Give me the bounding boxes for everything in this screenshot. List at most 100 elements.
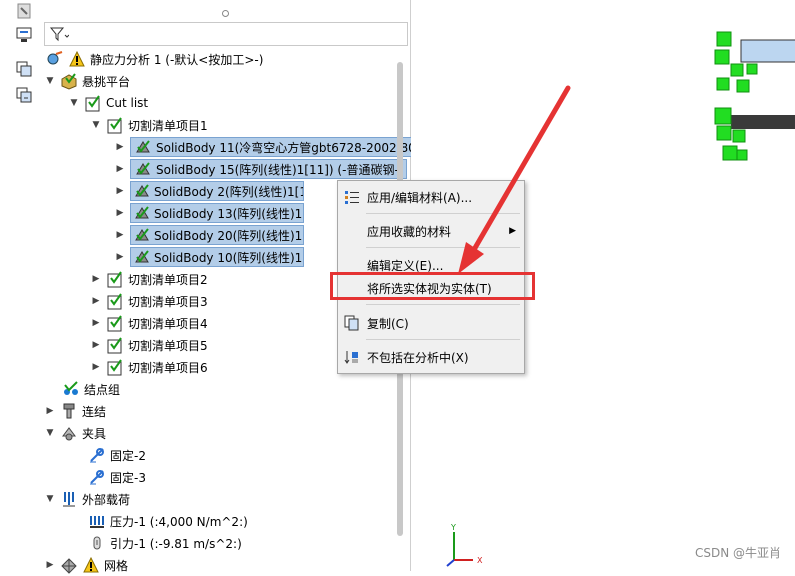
tree-item-body[interactable]: ▶ SolidBody 20(阵列(线性)1[14]) (-普	[114, 224, 304, 246]
gravity-icon	[88, 534, 106, 552]
tree-item-cut-list-item-2[interactable]: ▶ 切割清单项目2	[90, 268, 208, 290]
annotation-highlight-box	[330, 272, 535, 300]
cut-list-item-icon	[106, 358, 124, 376]
expand-arrow-icon[interactable]: ▶	[44, 405, 56, 417]
results-config-icon[interactable]	[13, 84, 35, 106]
tree-item-body[interactable]: ▶ SolidBody 15(阵列(线性)1[11]) (-普通碳钢-)	[114, 158, 408, 180]
left-toolbar	[0, 0, 41, 571]
collapse-arrow-icon[interactable]: ▼	[68, 97, 80, 109]
axis-x-label: X	[477, 556, 483, 565]
bolt-icon	[60, 402, 78, 420]
copy-config-icon[interactable]	[13, 58, 35, 80]
collapse-arrow-icon[interactable]: ▼	[44, 75, 56, 87]
tree-item-cut-list-item-5[interactable]: ▶ 切割清单项目5	[90, 334, 208, 356]
submenu-arrow-icon: ▶	[509, 226, 516, 236]
menu-item-exclude[interactable]: 不包括在分析中(X)	[338, 345, 524, 369]
expand-arrow-icon[interactable]: ▶	[114, 185, 126, 197]
tree-item-external-loads[interactable]: ▼ 外部载荷	[44, 488, 130, 510]
cut-list-item-icon	[106, 314, 124, 332]
expand-arrow-icon[interactable]: ▶	[90, 339, 102, 351]
expand-arrow-icon[interactable]: ▶	[90, 361, 102, 373]
study-icon	[46, 50, 64, 68]
expand-arrow-icon[interactable]: ▶	[114, 141, 126, 153]
part-icon	[60, 72, 78, 90]
expand-arrow-icon[interactable]: ▶	[44, 559, 56, 571]
expand-arrow-icon[interactable]: ▶	[114, 163, 126, 175]
warning-icon	[82, 556, 100, 574]
tree-item-fixed-2[interactable]: 固定-2	[88, 444, 146, 466]
fixed-geometry-icon	[88, 446, 106, 464]
solid-body-icon	[134, 248, 150, 266]
tree-item-part[interactable]: ▼ 悬挑平台	[44, 70, 130, 92]
material-list-icon	[343, 188, 361, 206]
warning-icon	[68, 50, 86, 68]
funnel-icon[interactable]	[49, 26, 70, 45]
panel-splitter[interactable]	[40, 10, 410, 17]
menu-item-copy[interactable]: 复制(C)	[338, 311, 524, 335]
expand-arrow-icon[interactable]: ▶	[114, 251, 126, 263]
tree-item-pressure[interactable]: 压力-1 (:4,000 N/m^2:)	[88, 510, 248, 532]
solid-body-icon	[134, 182, 150, 200]
menu-separator	[366, 247, 520, 248]
solid-body-icon	[134, 204, 150, 222]
selected-body[interactable]: SolidBody 15(阵列(线性)1[11]) (-普通碳钢-)	[130, 159, 408, 179]
tree-filter-bar[interactable]	[44, 22, 408, 46]
beam-top	[740, 39, 795, 63]
tree-item-connectors[interactable]: 结点组	[62, 378, 120, 400]
expand-arrow-icon[interactable]: ▶	[114, 229, 126, 241]
tree-item-body[interactable]: ▶ SolidBody 13(阵列(线性)1[13]) (-普	[114, 202, 304, 224]
collapse-arrow-icon[interactable]: ▼	[90, 119, 102, 131]
cut-list-icon	[84, 94, 102, 112]
tree-item-gravity[interactable]: 引力-1 (:-9.81 m/s^2:)	[88, 532, 242, 554]
tree-item-fixed-3[interactable]: 固定-3	[88, 466, 146, 488]
selected-body[interactable]: SolidBody 13(阵列(线性)1[13]) (-普	[130, 203, 304, 223]
selected-body[interactable]: SolidBody 10(阵列(线性)1[15]) (-普	[130, 247, 304, 267]
tree-item-cut-list[interactable]: ▼ Cut list	[68, 92, 148, 114]
tree-item-fixtures[interactable]: ▼ 夹具	[44, 422, 106, 444]
menu-separator	[366, 339, 520, 340]
solid-body-icon	[134, 138, 152, 156]
selected-body[interactable]: SolidBody 20(阵列(线性)1[14]) (-普	[130, 225, 304, 245]
cut-list-item-icon	[106, 270, 124, 288]
selected-body[interactable]: SolidBody 2(阵列(线性)1[12]) (-普	[130, 181, 304, 201]
cut-list-item-icon	[106, 336, 124, 354]
exclude-icon	[343, 348, 361, 366]
menu-separator	[366, 213, 520, 214]
watermark: CSDN @牛亚肖	[694, 546, 781, 560]
coordinate-triad: Y X	[446, 523, 483, 567]
tree-item-mesh[interactable]: ▶ 网格	[44, 554, 128, 576]
menu-item-favorite-material[interactable]: 应用收藏的材料 ▶	[338, 219, 524, 243]
connector-group-icon	[62, 380, 80, 398]
tree-item-cut-list-item-1[interactable]: ▼ 切割清单项目1	[90, 114, 208, 136]
expand-arrow-icon[interactable]: ▶	[90, 295, 102, 307]
menu-item-apply-material[interactable]: 应用/编辑材料(A)...	[338, 185, 524, 209]
expand-arrow-icon[interactable]: ▶	[90, 273, 102, 285]
cut-list-item-icon	[106, 116, 124, 134]
tree-item-body[interactable]: ▶ SolidBody 2(阵列(线性)1[12]) (-普	[114, 180, 304, 202]
tree-item-cut-list-item-3[interactable]: ▶ 切割清单项目3	[90, 290, 208, 312]
sensor-icon[interactable]	[13, 0, 35, 22]
solid-body-icon	[134, 160, 152, 178]
tree-item-cut-list-item-6[interactable]: ▶ 切割清单项目6	[90, 356, 208, 378]
tree-item-connections[interactable]: ▶ 连结	[44, 400, 106, 422]
menu-separator	[366, 304, 520, 305]
fixtures-icon	[60, 424, 78, 442]
tree-item-study[interactable]: 静应力分析 1 (-默认<按加工>-)	[46, 48, 263, 70]
external-loads-icon	[60, 490, 78, 508]
copy-icon	[343, 314, 361, 332]
axis-y-label: Y	[450, 523, 456, 532]
pressure-icon	[88, 512, 106, 530]
tree-item-cut-list-item-4[interactable]: ▶ 切割清单项目4	[90, 312, 208, 334]
collapse-arrow-icon[interactable]: ▼	[44, 427, 56, 439]
tree-item-body[interactable]: ▶ SolidBody 11(冷弯空心方管gbt6728-2002 80	[114, 136, 420, 158]
display-manager-icon[interactable]	[13, 24, 35, 46]
selected-body[interactable]: SolidBody 11(冷弯空心方管gbt6728-2002 80	[130, 137, 420, 157]
collapse-arrow-icon[interactable]: ▼	[44, 493, 56, 505]
beam-bottom	[731, 115, 795, 129]
expand-arrow-icon[interactable]: ▶	[90, 317, 102, 329]
tree-item-body[interactable]: ▶ SolidBody 10(阵列(线性)1[15]) (-普	[114, 246, 304, 268]
cut-list-item-icon	[106, 292, 124, 310]
mesh-icon	[60, 556, 78, 574]
expand-arrow-icon[interactable]: ▶	[114, 207, 126, 219]
fixed-geometry-icon	[88, 468, 106, 486]
